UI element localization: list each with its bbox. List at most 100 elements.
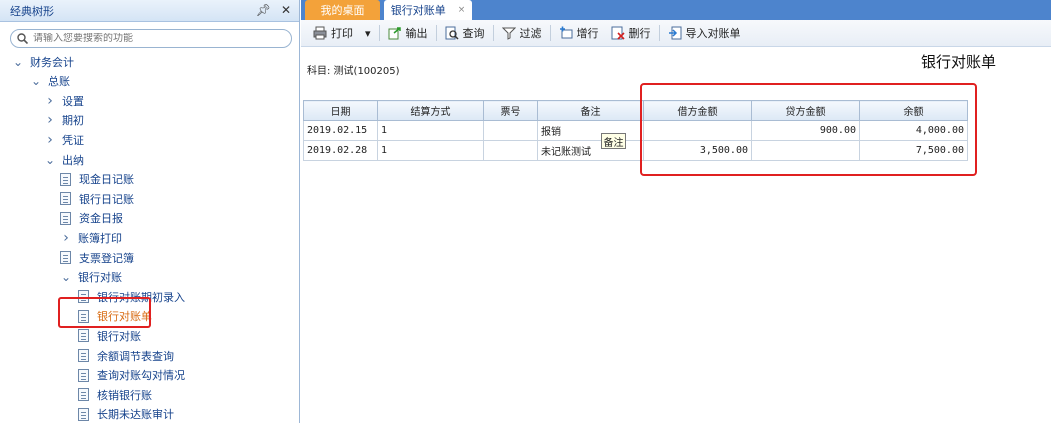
tree-leaf-item[interactable]: 资金日报 [60,209,123,228]
query-label: 查询 [462,27,485,40]
tree-leaf-item[interactable]: 余额调节表查询 [78,346,174,365]
query-button[interactable]: 查询 [439,22,491,44]
tree-item-label: 总账 [48,75,70,89]
query-icon [445,26,459,40]
chevron-right-icon[interactable]: › [44,93,56,109]
cell-settlement[interactable]: 1 [377,140,484,161]
toolbar-divider [435,25,437,41]
export-icon [388,26,402,40]
cell-ticket[interactable] [483,140,538,161]
cell-date[interactable]: 2019.02.28 [303,140,378,161]
tree-folder-item[interactable]: › 期初 [44,111,84,130]
add-row-label: 增行 [576,27,599,40]
tree-leaf-item[interactable]: 银行对账 [78,326,141,345]
col-header-date[interactable]: 日期 [303,100,378,121]
tree-item-label: 银行日记账 [79,192,134,206]
delete-row-button[interactable]: 删行 [605,22,657,44]
import-statement-button[interactable]: 导入对账单 [662,22,747,44]
chevron-right-icon[interactable]: › [44,132,56,148]
export-button[interactable]: 输出 [382,22,434,44]
tab-bar: 我的桌面 银行对账单 × [301,0,1051,20]
selected-item-highlight [58,297,151,328]
tab-bank-statement[interactable]: 银行对账单 × [384,0,472,20]
page-title: 银行对账单 [921,53,997,71]
chevron-down-icon[interactable]: ⌄ [44,153,56,167]
chevron-right-icon[interactable]: › [44,112,56,128]
document-icon [78,329,89,343]
chevron-down-icon[interactable]: ⌄ [60,270,72,284]
add-row-button[interactable]: 增行 [553,22,605,44]
document-icon [60,172,71,186]
print-label: 打印 [331,27,353,40]
tree-item-label: 核销银行账 [97,388,152,402]
toolbar-divider [658,25,660,41]
tree-leaf-item[interactable]: 长期未达账审计 [78,405,174,424]
cell-date[interactable]: 2019.02.15 [303,120,378,141]
search-icon [17,33,28,44]
tree-item-label: 现金日记账 [79,173,134,187]
import-label: 导入对账单 [685,27,741,40]
tree-item-label: 设置 [62,94,84,108]
document-icon [78,368,89,382]
document-icon [78,349,89,362]
cell-remark[interactable]: 未记账测试 [537,140,644,161]
tree-folder-item[interactable]: ⌄ 出纳 [44,150,84,169]
delete-row-icon [611,26,625,40]
tree-leaf-item[interactable]: 查询对账勾对情况 [78,366,185,385]
filter-button[interactable]: 过滤 [496,22,548,44]
subject-label: 科目: 测试(100205) [307,66,400,77]
tree-item-label: 支票登记簿 [79,251,134,265]
tree-item-label: 期初 [62,114,84,128]
filter-icon [501,26,516,40]
add-row-icon [559,26,573,40]
tab-close-icon[interactable]: × [458,5,466,15]
tree-leaf-item[interactable]: 核销银行账 [78,385,152,404]
print-button[interactable]: 打印 [307,22,359,44]
document-icon [78,388,89,402]
chevron-right-icon[interactable]: › [60,230,72,246]
col-header-settlement[interactable]: 结算方式 [377,100,484,121]
tree-item-label: 财务会计 [30,55,74,69]
tree-folder-item[interactable]: › 设置 [44,91,84,110]
tree-folder-item[interactable]: › 账簿打印 [60,228,122,247]
tree-leaf-item[interactable]: 银行日记账 [60,189,134,208]
toolbar-divider [549,25,551,41]
tree-folder-item[interactable]: ⌄ 财务会计 [12,52,74,71]
pin-icon[interactable]: 📌︎ [256,3,271,17]
close-icon[interactable]: ✕ [281,3,291,17]
cell-ticket[interactable] [483,120,538,141]
chevron-down-icon[interactable]: ⌄ [12,55,24,69]
cell-settlement[interactable]: 1 [377,120,484,141]
print-dropdown[interactable]: ▾ [359,22,377,44]
chevron-down-icon[interactable]: ⌄ [30,74,42,88]
tree-item-label: 账簿打印 [78,231,122,245]
remark-tooltip: 备注 [601,133,626,149]
tab-home[interactable]: 我的桌面 [305,0,380,20]
main-area: 我的桌面 银行对账单 × 打印 ▾ 输出 查询 过滤 增行 删行 导入对账单 科… [301,0,1051,423]
tree-item-label: 余额调节表查询 [97,349,174,363]
tree-leaf-item[interactable]: 现金日记账 [60,170,134,189]
tree-item-label: 银行对账 [78,271,122,285]
tree-folder-item[interactable]: ⌄ 总账 [30,72,70,91]
col-header-remark[interactable]: 备注 [537,100,644,121]
col-header-ticket[interactable]: 票号 [483,100,538,121]
import-icon [668,26,682,40]
tree-item-label: 银行对账 [97,329,141,343]
left-panel-header: 经典树形 📌︎ ✕ [0,0,299,22]
tab-bank-statement-label: 银行对账单 [390,4,446,17]
left-panel-title: 经典树形 [10,4,54,18]
delete-row-label: 删行 [628,27,651,40]
toolbar-divider [492,25,494,41]
tree-folder-item[interactable]: ⌄ 银行对账 [60,268,122,287]
search-input[interactable] [33,33,273,44]
tree-leaf-item[interactable]: 支票登记簿 [60,248,134,267]
cell-remark[interactable]: 报销 [537,120,644,141]
search-box[interactable] [10,29,292,48]
tree-folder-item[interactable]: › 凭证 [44,130,84,149]
document-icon [60,192,71,206]
tree-item-label: 长期未达账审计 [97,408,174,422]
chevron-down-icon: ▾ [365,26,371,40]
tree-item-label: 资金日报 [79,212,123,226]
amount-columns-highlight [640,83,977,176]
printer-icon [313,26,327,40]
